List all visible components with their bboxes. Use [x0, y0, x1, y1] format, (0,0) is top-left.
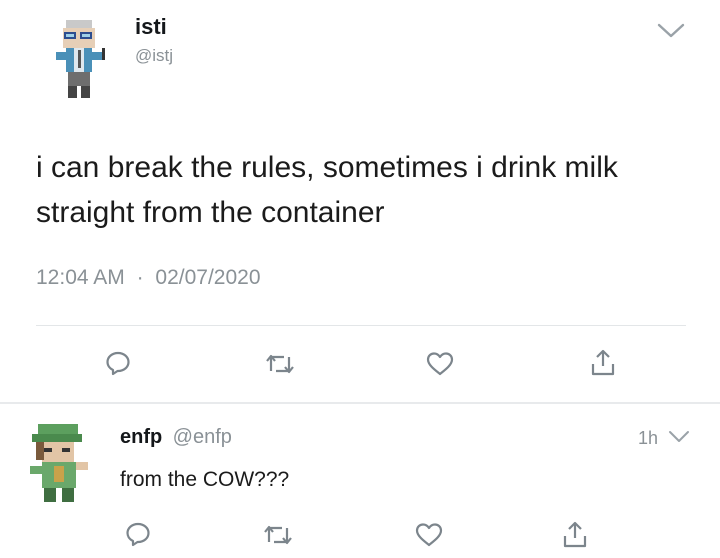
reply-avatar[interactable]: [28, 420, 94, 506]
reply-author-handle[interactable]: @enfp: [173, 426, 232, 448]
share-icon: [591, 349, 615, 376]
reply-header: enfp @enfp: [120, 426, 232, 449]
tweet-time: 12:04 AM: [36, 266, 125, 289]
pixel-character-avatar-icon: [56, 20, 105, 98]
author-name[interactable]: isti: [135, 14, 167, 40]
reply-retweet-button[interactable]: [262, 522, 294, 548]
retweet-button[interactable]: [264, 351, 296, 377]
tweet-date: 02/07/2020: [155, 266, 261, 289]
like-button[interactable]: [425, 351, 455, 377]
reply-text: from the COW???: [120, 468, 290, 491]
reply-menu-button[interactable]: [668, 430, 690, 444]
reply-author-name[interactable]: enfp: [120, 426, 162, 448]
share-button[interactable]: [590, 348, 616, 378]
like-icon: [426, 352, 454, 376]
tweet-text: i can break the rules, sometimes i drink…: [36, 151, 618, 229]
share-icon: [563, 521, 587, 548]
thread-divider: [0, 402, 720, 404]
reply-like-button[interactable]: [414, 522, 444, 548]
reply-icon: [126, 522, 150, 547]
reply-reply-button[interactable]: [124, 520, 152, 548]
like-icon: [415, 523, 443, 547]
timestamp-separator: ·: [136, 266, 144, 289]
reply-icon: [106, 351, 130, 376]
reply-button[interactable]: [104, 349, 132, 377]
tweet-timestamp[interactable]: 12:04 AM · 02/07/2020: [36, 266, 261, 290]
pixel-character-avatar-icon: [30, 424, 88, 502]
author-handle[interactable]: @istj: [135, 46, 173, 66]
reply-time[interactable]: 1h: [638, 428, 658, 449]
retweet-icon: [264, 525, 292, 545]
divider: [36, 325, 686, 326]
author-avatar[interactable]: [50, 14, 110, 104]
chevron-down-icon: [669, 431, 689, 442]
tweet-menu-button[interactable]: [656, 22, 686, 40]
reply-share-button[interactable]: [562, 520, 588, 550]
chevron-down-icon: [657, 23, 685, 38]
retweet-icon: [266, 354, 294, 374]
